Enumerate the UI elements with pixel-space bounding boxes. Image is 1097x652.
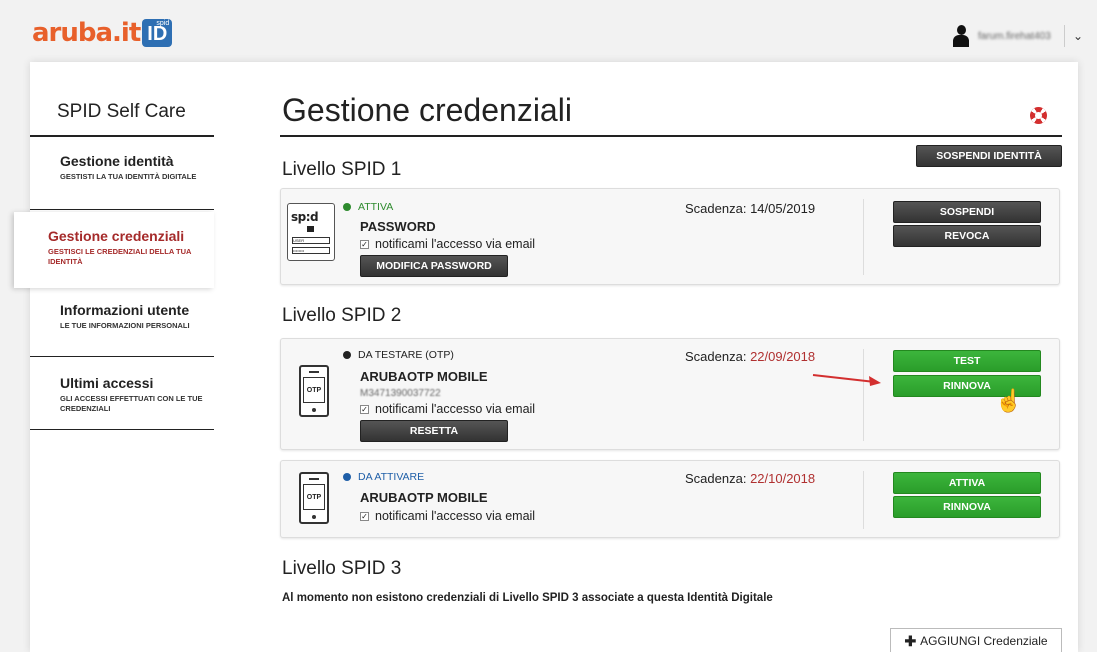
credential-serial: M3471390037722 [360, 388, 441, 399]
divider [30, 356, 214, 357]
sidebar-item-sub: LE TUE INFORMAZIONI PERSONALI [60, 321, 190, 330]
divider [1063, 25, 1065, 47]
checkbox-checked-icon[interactable]: ✓ [360, 511, 369, 521]
suspend-button[interactable]: SOSPENDI [893, 201, 1041, 223]
aruba-logo[interactable]: aruba.it spid ID [32, 18, 173, 48]
credential-panel-password: sp:d USER •••••••• ATTIVA PASSWORD ✓ not… [280, 188, 1060, 285]
notify-label: notificami l'accesso via email [375, 402, 536, 416]
renew-button[interactable]: RINNOVA [893, 496, 1041, 518]
notify-email-checkbox[interactable]: ✓ notificami l'accesso via email [360, 402, 535, 416]
sidebar-item-ultimi-accessi[interactable]: Ultimi accessi GLI ACCESSI EFFETTUATI CO… [60, 375, 210, 414]
hand-cursor-icon: ☝ [995, 388, 1023, 413]
spid-id-badge: spid ID [142, 19, 173, 47]
logo-badge-sup: spid [156, 20, 170, 27]
credential-panel-otp-1: OTP DA TESTARE (OTP) ARUBAOTP MOBILE M34… [280, 338, 1060, 450]
suspend-identity-button[interactable]: SOSPENDI IDENTITÀ [916, 145, 1062, 167]
sidebar-item-sub: GESTISTI LA TUA IDENTITÀ DIGITALE [60, 172, 197, 181]
credential-panel-otp-2: OTP DA ATTIVARE ARUBAOTP MOBILE ✓ notifi… [280, 460, 1060, 538]
sidebar-item-label: Gestione credenziali [48, 228, 185, 244]
otp-phone-icon: OTP [299, 472, 329, 524]
notify-label: notificami l'accesso via email [375, 509, 536, 523]
expiry: Scadenza: 22/10/2018 [685, 471, 815, 486]
revoke-button[interactable]: REVOCA [893, 225, 1041, 247]
expiry-date: 22/09/2018 [750, 349, 816, 364]
status-badge: DA ATTIVARE [343, 471, 424, 483]
level3-message: Al momento non esistono credenziali di L… [282, 592, 773, 604]
expiry-date: 14/05/2019 [750, 201, 816, 216]
status-dot-icon [343, 473, 351, 481]
status-dot-icon [343, 203, 351, 211]
otp-screen-label: OTP [303, 377, 325, 403]
status-text: DA ATTIVARE [358, 471, 425, 483]
divider [280, 135, 1062, 137]
sidebar-item-gestione-credenziali[interactable]: Gestione credenziali GESTISCI LE CREDENZ… [48, 228, 198, 267]
divider [863, 471, 864, 529]
status-badge: ATTIVA [343, 201, 393, 213]
divider [30, 429, 214, 430]
lock-icon [307, 226, 314, 232]
sidebar-item-sub: GLI ACCESSI EFFETTUATI CON LE TUE CREDEN… [60, 394, 203, 413]
annotation-arrow-icon [812, 374, 881, 386]
main-card: SPID Self Care Gestione identità GESTIST… [14, 62, 1078, 652]
status-text: ATTIVA [358, 201, 394, 213]
status-dot-icon [343, 351, 351, 359]
expiry-label: Scadenza: [685, 201, 747, 216]
help-lifebuoy-icon[interactable] [1030, 107, 1047, 124]
checkbox-checked-icon[interactable]: ✓ [360, 404, 369, 414]
expiry-date: 22/10/2018 [750, 471, 816, 486]
divider [30, 209, 214, 210]
sidebar-item-label: Informazioni utente [60, 302, 190, 318]
expiry: Scadenza: 22/09/2018 [685, 349, 815, 364]
sidebar-item-label: Ultimi accessi [60, 375, 154, 391]
sidebar-item-informazioni-utente[interactable]: Informazioni utente LE TUE INFORMAZIONI … [60, 302, 210, 331]
sidebar-item-gestione-identita[interactable]: Gestione identità GESTISTI LA TUA IDENTI… [60, 153, 210, 182]
divider [30, 135, 214, 137]
notify-email-checkbox[interactable]: ✓ notificami l'accesso via email [360, 237, 535, 251]
expiry-label: Scadenza: [685, 349, 747, 364]
add-credential-label: AGGIUNGI Credenziale [920, 634, 1048, 648]
user-icon [952, 25, 970, 47]
level1-title: Livello SPID 1 [282, 159, 402, 180]
change-password-button[interactable]: MODIFICA PASSWORD [360, 255, 508, 277]
expiry: Scadenza: 14/05/2019 [685, 201, 815, 216]
page-title: Gestione credenziali [282, 92, 572, 128]
status-text: DA TESTARE (OTP) [358, 349, 454, 361]
spid-icon-text: sp:d [291, 210, 319, 224]
add-credential-button[interactable]: ✚ AGGIUNGI Credenziale [890, 628, 1062, 652]
sidebar-title: SPID Self Care [57, 101, 186, 122]
password-field-icon: •••••••• [292, 247, 330, 254]
notify-label: notificami l'accesso via email [375, 237, 536, 251]
otp-screen-label: OTP [303, 484, 325, 510]
chevron-down-icon[interactable]: ⌄ [1073, 29, 1083, 43]
test-button[interactable]: TEST [893, 350, 1041, 372]
user-name: farum.firehat403 [977, 30, 1051, 42]
credential-name: ARUBAOTP MOBILE [360, 369, 488, 384]
notify-email-checkbox[interactable]: ✓ notificami l'accesso via email [360, 509, 535, 523]
spid-password-icon: sp:d USER •••••••• [287, 203, 335, 261]
sidebar-item-sub: GESTISCI LE CREDENZIALI DELLA TUA IDENTI… [48, 247, 192, 266]
top-bar: aruba.it spid ID farum.firehat403 ⌄ [0, 0, 1097, 56]
sidebar-item-label: Gestione identità [60, 153, 174, 169]
plus-icon: ✚ [904, 632, 917, 649]
divider [863, 199, 864, 275]
checkbox-checked-icon[interactable]: ✓ [360, 239, 369, 249]
expiry-label: Scadenza: [685, 471, 747, 486]
divider [863, 349, 864, 441]
user-field-icon: USER [292, 237, 330, 244]
level3-title: Livello SPID 3 [282, 558, 402, 579]
reset-button[interactable]: RESETTA [360, 420, 508, 442]
user-menu[interactable]: farum.firehat403 ⌄ [952, 24, 1083, 48]
credential-name: ARUBAOTP MOBILE [360, 490, 488, 505]
activate-button[interactable]: ATTIVA [893, 472, 1041, 494]
otp-phone-icon: OTP [299, 365, 329, 417]
credential-name: PASSWORD [360, 219, 436, 234]
logo-text: aruba.it [32, 18, 141, 48]
status-badge: DA TESTARE (OTP) [343, 349, 454, 361]
level2-title: Livello SPID 2 [282, 305, 402, 326]
